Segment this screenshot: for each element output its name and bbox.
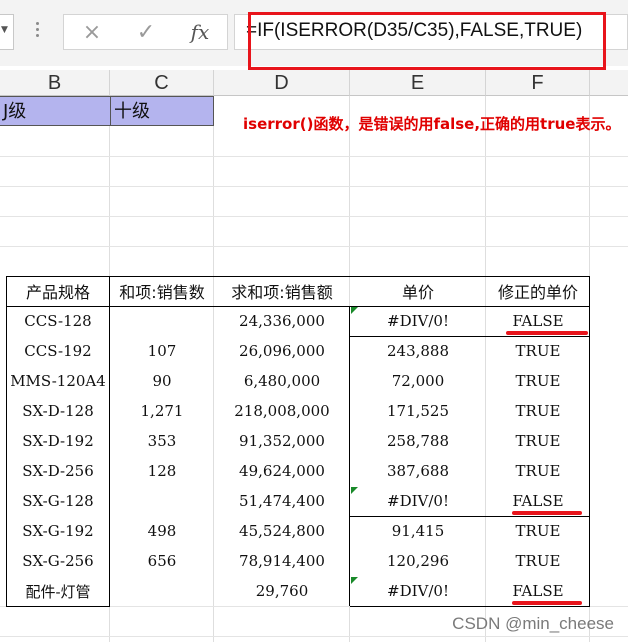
table-cell-qty[interactable]: 107 <box>110 336 214 366</box>
error-indicator-icon[interactable] <box>351 487 358 494</box>
table-header-fixed[interactable]: 修正的单价 <box>486 276 590 306</box>
table-cell-sales[interactable]: 51,474,400 <box>214 486 350 516</box>
table-cell-spec[interactable]: CCS-192 <box>6 336 110 366</box>
table-cell-spec[interactable]: SX-G-192 <box>6 516 110 546</box>
grid-line <box>0 246 628 247</box>
table-cell-fixed[interactable]: TRUE <box>486 426 590 456</box>
cancel-icon[interactable]: × <box>74 20 110 45</box>
table-cell-spec[interactable]: CCS-128 <box>6 306 110 336</box>
table-border <box>6 276 590 277</box>
table-cell-qty[interactable]: 353 <box>110 426 214 456</box>
table-border <box>6 276 7 606</box>
table-header-price[interactable]: 单价 <box>350 276 486 306</box>
formula-highlight-box <box>248 12 606 70</box>
chevron-down-icon[interactable]: ▼ <box>1 25 8 35</box>
grid-line <box>0 156 628 157</box>
enter-icon[interactable]: ✓ <box>128 20 164 45</box>
table-cell-spec[interactable]: SX-D-128 <box>6 396 110 426</box>
table-cell-fixed[interactable]: TRUE <box>486 546 590 576</box>
table-cell-spec[interactable]: SX-D-192 <box>6 426 110 456</box>
table-cell-sales[interactable]: 49,624,000 <box>214 456 350 486</box>
table-cell-spec[interactable]: SX-D-256 <box>6 456 110 486</box>
table-cell-fixed[interactable]: TRUE <box>486 516 590 546</box>
table-border <box>350 336 590 337</box>
table-cell-fixed[interactable]: TRUE <box>486 456 590 486</box>
table-cell-fixed[interactable]: TRUE <box>486 336 590 366</box>
grid-line <box>0 186 628 187</box>
table-cell-price[interactable]: 243,888 <box>350 336 486 366</box>
table-cell-spec[interactable]: SX-G-256 <box>6 546 110 576</box>
table-header-qty[interactable]: 和项:销售数 <box>110 276 214 306</box>
table-cell-sales[interactable]: 24,336,000 <box>214 306 350 336</box>
table-cell-qty[interactable]: 1,271 <box>110 396 214 426</box>
table-cell-sales[interactable]: 26,096,000 <box>214 336 350 366</box>
table-cell-price[interactable]: 258,788 <box>350 426 486 456</box>
error-indicator-icon[interactable] <box>351 577 358 584</box>
table-cell-qty[interactable]: 498 <box>110 516 214 546</box>
error-indicator-icon[interactable] <box>351 307 358 314</box>
table-cell-sales[interactable]: 29,760 <box>214 576 350 606</box>
highlight-underline <box>506 331 588 335</box>
formula-buttons: × ✓ fx <box>63 14 228 50</box>
table-cell-spec[interactable]: MMS-120A4 <box>6 366 110 396</box>
table-cell-spec[interactable]: 配件-灯管 <box>6 576 110 606</box>
table-cell-sales[interactable]: 45,524,800 <box>214 516 350 546</box>
table-border <box>109 276 110 606</box>
highlight-underline <box>512 601 582 605</box>
table-header-spec[interactable]: 产品规格 <box>6 276 110 306</box>
table-cell-price[interactable]: #DIV/0! <box>350 306 486 336</box>
name-box[interactable]: ▼ <box>0 14 14 50</box>
table-border <box>350 516 590 517</box>
table-cell-price[interactable]: 171,525 <box>350 396 486 426</box>
table-cell-fixed[interactable]: TRUE <box>486 366 590 396</box>
table-border <box>350 606 590 607</box>
table-cell-qty[interactable] <box>110 576 214 606</box>
table-cell-sales[interactable]: 218,008,000 <box>214 396 350 426</box>
column-header-b[interactable]: B <box>0 70 110 96</box>
table-cell-qty[interactable] <box>110 306 214 336</box>
cell-border <box>0 96 214 126</box>
table-cell-qty[interactable]: 128 <box>110 456 214 486</box>
table-cell-qty[interactable]: 656 <box>110 546 214 576</box>
table-cell-price[interactable]: #DIV/0! <box>350 486 486 516</box>
grid-line <box>0 636 628 637</box>
column-header-d[interactable]: D <box>214 70 350 96</box>
table-border <box>349 306 350 606</box>
table-cell-fixed[interactable]: TRUE <box>486 396 590 426</box>
insert-function-button[interactable]: fx <box>182 20 218 44</box>
column-header-g[interactable] <box>590 70 628 96</box>
table-cell-qty[interactable] <box>110 486 214 516</box>
table-cell-price[interactable]: 120,296 <box>350 546 486 576</box>
table-cell-price[interactable]: 91,415 <box>350 516 486 546</box>
column-header-f[interactable]: F <box>486 70 590 96</box>
column-header-c[interactable]: C <box>110 70 214 96</box>
table-border <box>6 606 110 607</box>
drag-handle-icon[interactable] <box>36 22 40 42</box>
highlight-underline <box>512 511 582 515</box>
table-cell-sales[interactable]: 6,480,000 <box>214 366 350 396</box>
table-cell-qty[interactable]: 90 <box>110 366 214 396</box>
watermark: CSDN @min_cheese <box>452 614 614 633</box>
grid-line <box>0 216 628 217</box>
column-header-e[interactable]: E <box>350 70 486 96</box>
table-cell-price[interactable]: 72,000 <box>350 366 486 396</box>
table-cell-price[interactable]: 387,688 <box>350 456 486 486</box>
table-cell-spec[interactable]: SX-G-128 <box>6 486 110 516</box>
table-cell-sales[interactable]: 91,352,000 <box>214 426 350 456</box>
table-header-sales[interactable]: 求和项:销售额 <box>214 276 350 306</box>
table-border <box>6 306 590 307</box>
table-cell-sales[interactable]: 78,914,400 <box>214 546 350 576</box>
table-cell-price[interactable]: #DIV/0! <box>350 576 486 606</box>
annotation-note: iserror()函数，是错误的用false,正确的用true表示。 <box>243 115 621 133</box>
table-border <box>589 276 590 606</box>
